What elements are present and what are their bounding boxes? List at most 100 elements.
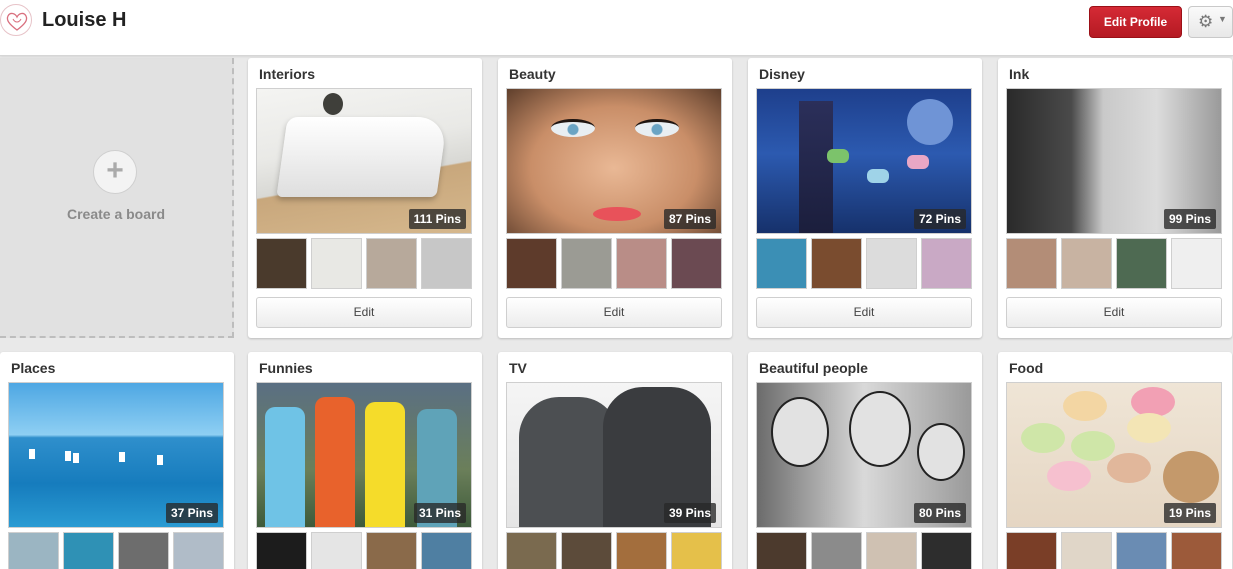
board-thumbnail[interactable] <box>311 532 362 569</box>
board-thumbnails <box>256 532 472 569</box>
edit-board-button[interactable]: Edit <box>256 297 472 328</box>
board-thumbnail[interactable] <box>1061 238 1112 289</box>
board-cover-image[interactable]: 19 Pins <box>1006 382 1222 528</box>
user-name: Louise H <box>42 9 127 31</box>
board-thumbnail[interactable] <box>1116 532 1167 569</box>
board-thumbnail[interactable] <box>8 532 59 569</box>
board-card[interactable]: Funnies 31 Pins <box>248 352 482 569</box>
macaron-shape <box>1107 453 1151 483</box>
eye-shape <box>635 119 679 137</box>
gear-icon: ⚙ <box>1198 12 1214 31</box>
board-cover-image[interactable]: 72 Pins <box>756 88 972 234</box>
macaron-shape <box>1127 413 1171 443</box>
board-thumbnail[interactable] <box>63 532 114 569</box>
board-thumbnail[interactable] <box>256 238 307 289</box>
person-shape <box>315 397 355 527</box>
board-card[interactable]: Ink 99 Pins Edit <box>998 58 1232 338</box>
board-thumbnail[interactable] <box>1061 532 1112 569</box>
board-card[interactable]: Disney 72 Pins Edit <box>748 58 982 338</box>
pin-count-badge: 87 Pins <box>663 209 716 229</box>
heart-logo-icon <box>6 12 28 31</box>
board-card[interactable]: TV 39 Pins <box>498 352 732 569</box>
person-shape <box>849 391 911 467</box>
boat-shape <box>157 455 163 465</box>
pin-count-badge: 19 Pins <box>1163 503 1216 523</box>
board-thumbnails <box>756 532 972 569</box>
board-card[interactable]: Beauty 87 Pins Edit <box>498 58 732 338</box>
board-card[interactable]: Food 19 Pins <box>998 352 1232 569</box>
pin-count-badge: 31 Pins <box>413 503 466 523</box>
board-thumbnail[interactable] <box>1116 238 1167 289</box>
person-shape <box>365 402 405 527</box>
board-thumbnail[interactable] <box>506 238 557 289</box>
profile-header: Louise H Edit Profile ⚙ ▼ <box>0 0 1233 56</box>
board-thumbnail[interactable] <box>506 532 557 569</box>
board-cover-image[interactable]: 111 Pins <box>256 88 472 234</box>
bed-shape <box>276 117 448 197</box>
edit-profile-button[interactable]: Edit Profile <box>1089 6 1182 38</box>
board-thumbnail[interactable] <box>921 238 972 289</box>
board-thumbnail[interactable] <box>118 532 169 569</box>
create-board-tile[interactable]: + Create a board <box>0 58 234 338</box>
board-thumbnail[interactable] <box>811 238 862 289</box>
avatar[interactable] <box>0 4 32 36</box>
edit-board-button[interactable]: Edit <box>1006 297 1222 328</box>
board-title: Funnies <box>259 360 313 376</box>
board-thumbnail[interactable] <box>366 532 417 569</box>
board-thumbnail[interactable] <box>756 238 807 289</box>
board-card[interactable]: Beautiful people 80 Pins <box>748 352 982 569</box>
board-thumbnail[interactable] <box>616 238 667 289</box>
pin-count-badge: 111 Pins <box>408 209 466 229</box>
boat-shape <box>73 453 79 463</box>
settings-button[interactable]: ⚙ ▼ <box>1188 6 1233 38</box>
edit-board-button[interactable]: Edit <box>756 297 972 328</box>
board-thumbnail[interactable] <box>561 238 612 289</box>
board-thumbnail[interactable] <box>616 532 667 569</box>
lips-shape <box>593 207 641 221</box>
board-thumbnail[interactable] <box>1006 532 1057 569</box>
board-thumbnails <box>506 238 722 289</box>
board-card[interactable]: Places 37 Pins <box>0 352 234 569</box>
person-shape <box>265 407 305 527</box>
board-thumbnail[interactable] <box>756 532 807 569</box>
board-thumbnail[interactable] <box>561 532 612 569</box>
board-thumbnail[interactable] <box>1171 532 1222 569</box>
board-thumbnail[interactable] <box>173 532 224 569</box>
board-cover-image[interactable]: 80 Pins <box>756 382 972 528</box>
board-cover-image[interactable]: 37 Pins <box>8 382 224 528</box>
macaron-shape <box>1047 461 1091 491</box>
board-title: Disney <box>759 66 805 82</box>
chevron-down-icon: ▼ <box>1218 14 1227 24</box>
board-thumbnail[interactable] <box>811 532 862 569</box>
board-thumbnail[interactable] <box>256 532 307 569</box>
create-board-label: Create a board <box>66 206 166 222</box>
coffee-shape <box>1163 451 1219 503</box>
edit-board-button[interactable]: Edit <box>506 297 722 328</box>
board-cover-image[interactable]: 99 Pins <box>1006 88 1222 234</box>
eye-shape <box>551 119 595 137</box>
board-thumbnail[interactable] <box>311 238 362 289</box>
board-thumbnail[interactable] <box>866 532 917 569</box>
board-thumbnail[interactable] <box>921 532 972 569</box>
board-thumbnails <box>1006 238 1222 289</box>
boat-shape <box>65 451 71 461</box>
figure-shape <box>867 169 889 183</box>
board-card[interactable]: Interiors 111 Pins Edit <box>248 58 482 338</box>
board-cover-image[interactable]: 87 Pins <box>506 88 722 234</box>
board-thumbnail[interactable] <box>1006 238 1057 289</box>
person-shape <box>917 423 965 481</box>
board-cover-image[interactable]: 39 Pins <box>506 382 722 528</box>
boat-shape <box>29 449 35 459</box>
board-thumbnail[interactable] <box>421 532 472 569</box>
board-thumbnail[interactable] <box>866 238 917 289</box>
board-thumbnail[interactable] <box>1171 238 1222 289</box>
board-thumbnail[interactable] <box>671 532 722 569</box>
board-thumbnail[interactable] <box>366 238 417 289</box>
board-thumbnail[interactable] <box>421 238 472 289</box>
board-thumbnail[interactable] <box>671 238 722 289</box>
macaron-shape <box>1021 423 1065 453</box>
board-thumbnails <box>756 238 972 289</box>
person-shape <box>771 397 829 467</box>
board-cover-image[interactable]: 31 Pins <box>256 382 472 528</box>
pin-count-badge: 39 Pins <box>663 503 716 523</box>
